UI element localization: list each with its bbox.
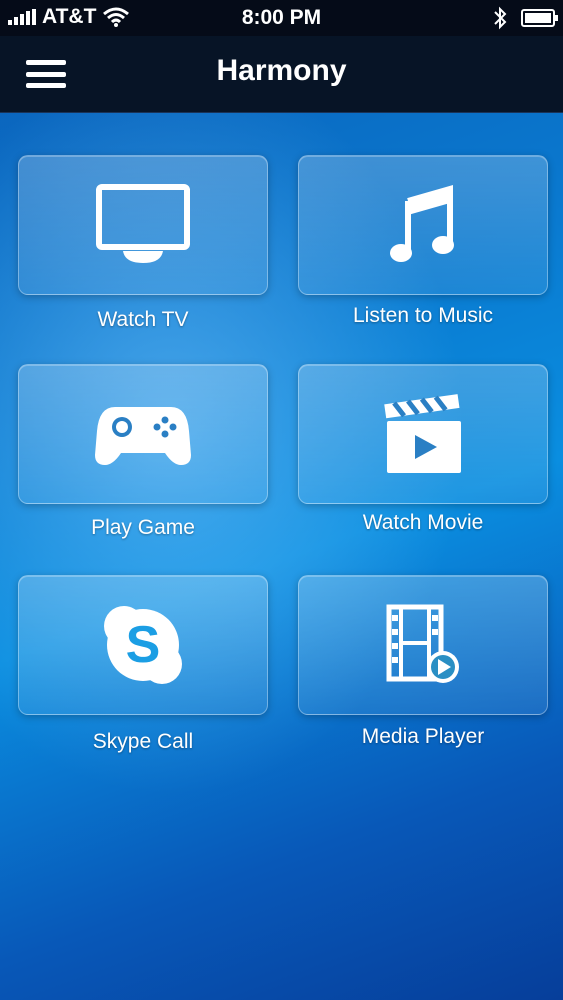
play-game-label: Play Game	[91, 516, 195, 539]
play-game-button[interactable]	[18, 364, 268, 504]
skype-call-label: Skype Call	[92, 730, 194, 753]
watch-movie-label: Watch Movie	[362, 511, 484, 534]
tv-icon	[96, 184, 190, 263]
listen-to-music-label: Listen to Music	[352, 304, 494, 327]
media-player-button[interactable]	[298, 575, 548, 715]
skype-icon: S	[104, 606, 182, 684]
skype-call-button[interactable]: S	[18, 575, 268, 715]
listen-to-music-button[interactable]	[298, 155, 548, 295]
bluetooth-icon	[494, 6, 507, 30]
media-player-label: Media Player	[361, 725, 485, 748]
app-header: Harmony	[0, 36, 563, 113]
music-note-icon	[390, 185, 454, 262]
watch-tv-label: Watch TV	[97, 308, 189, 331]
clapperboard-icon	[384, 394, 461, 473]
film-strip-play-icon	[386, 604, 459, 683]
status-time: 8:00 PM	[241, 6, 322, 29]
watch-movie-button[interactable]	[298, 364, 548, 504]
status-right	[493, 6, 558, 30]
status-bar: AT&T 8:00 PM	[0, 0, 563, 36]
svg-text:S: S	[126, 616, 161, 674]
watch-tv-button[interactable]	[18, 155, 268, 295]
page-title: Harmony	[216, 54, 347, 87]
gamepad-icon	[95, 407, 191, 465]
battery-icon	[521, 9, 558, 27]
